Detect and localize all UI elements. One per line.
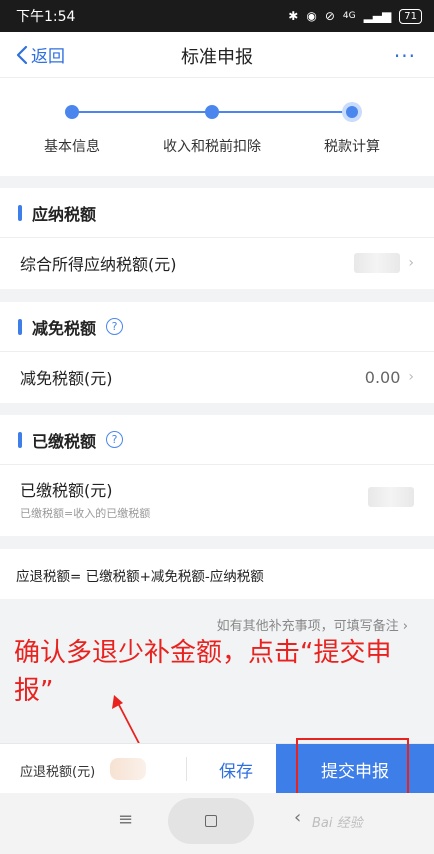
section-marker xyxy=(18,318,22,335)
remark-link-label: 如有其他补充事项，可填写备注 xyxy=(216,619,399,634)
home-icon xyxy=(205,815,217,827)
reduction-amount: 0.00 xyxy=(364,367,401,387)
status-bar: 下午1:54 ✱ ◉ ⊘ 4G ▂▄▆ 71 xyxy=(0,0,434,32)
annotation-highlight-box xyxy=(296,738,409,797)
section-header: 已缴税额 ? xyxy=(0,415,434,465)
more-menu-icon[interactable]: ··· xyxy=(394,44,416,68)
home-button[interactable] xyxy=(168,798,254,844)
section-marker xyxy=(18,431,22,448)
network-type: 4G xyxy=(342,10,356,21)
row-note: 已缴税额=收入的已缴税额 xyxy=(20,507,151,520)
paid-tax-section: 已缴税额 ? 已缴税额(元) 已缴税额=收入的已缴税额 xyxy=(0,415,434,536)
section-marker xyxy=(18,204,22,221)
step-label-1: 基本信息 xyxy=(44,139,100,155)
battery-level: 71 xyxy=(399,8,422,24)
section-title: 应纳税额 xyxy=(32,204,97,224)
section-title: 减免税额 xyxy=(32,318,97,338)
system-navigation-bar: ≡ ‹ xyxy=(0,793,434,854)
blurred-amount xyxy=(368,487,414,507)
row-value xyxy=(368,487,414,511)
page-title: 标准申报 xyxy=(181,47,253,68)
row-label: 综合所得应纳税额(元) xyxy=(20,255,177,274)
step-dot-1 xyxy=(65,105,79,119)
chevron-right-icon: › xyxy=(402,619,408,634)
payable-tax-section: 应纳税额 综合所得应纳税额(元) › xyxy=(0,188,434,289)
payable-tax-row[interactable]: 综合所得应纳税额(元) › xyxy=(0,238,434,288)
blurred-amount xyxy=(354,253,401,273)
section-title: 已缴税额 xyxy=(32,431,97,451)
chevron-right-icon: › xyxy=(408,369,414,385)
help-icon[interactable]: ? xyxy=(106,318,124,335)
remark-link[interactable]: 如有其他补充事项，可填写备注 › xyxy=(217,615,408,634)
row-value: › xyxy=(354,253,414,273)
signal-icon: ▂▄▆ xyxy=(363,9,392,23)
help-icon[interactable]: ? xyxy=(106,431,124,448)
instruction-annotation: 确认多退少补金额，点击“提交申报” xyxy=(14,638,392,706)
step-label-3: 税款计算 xyxy=(324,139,380,155)
watermark-logo: Bai 经验 xyxy=(312,816,363,831)
tax-reduction-section: 减免税额 ? 减免税额(元) 0.00 › xyxy=(0,302,434,403)
row-label: 已缴税额(元) xyxy=(20,481,113,500)
refund-formula: 应退税额= 已缴税额+减免税额-应纳税额 xyxy=(0,549,434,599)
section-header: 减免税额 ? xyxy=(0,302,434,352)
status-icons: ✱ ◉ ⊘ 4G ▂▄▆ 71 xyxy=(288,8,422,24)
paid-tax-row[interactable]: 已缴税额(元) 已缴税额=收入的已缴税额 xyxy=(0,465,434,533)
progress-stepper: 基本信息 收入和税前扣除 税款计算 xyxy=(0,78,434,176)
row-value: 0.00 › xyxy=(365,368,414,387)
bluetooth-icon: ✱ xyxy=(288,9,299,23)
refund-label: 应退税额(元) xyxy=(20,765,96,780)
chevron-right-icon: › xyxy=(408,255,414,271)
tax-reduction-row[interactable]: 减免税额(元) 0.00 › xyxy=(0,352,434,402)
row-label: 减免税额(元) xyxy=(20,369,113,388)
back-nav-icon[interactable]: ‹ xyxy=(294,807,301,828)
step-label-2: 收入和税前扣除 xyxy=(163,139,261,155)
divider xyxy=(186,757,187,781)
nav-bar: 返回 标准申报 ··· xyxy=(0,32,434,78)
toggle-icon: ◉ xyxy=(306,9,317,23)
status-time: 下午1:54 xyxy=(16,9,76,25)
menu-icon[interactable]: ≡ xyxy=(118,809,133,830)
section-header: 应纳税额 xyxy=(0,188,434,238)
step-dot-2 xyxy=(205,105,219,119)
blurred-refund-amount xyxy=(110,758,146,780)
step-dot-3-active xyxy=(342,102,362,122)
alarm-icon: ⊘ xyxy=(324,9,335,23)
save-button[interactable]: 保存 xyxy=(196,744,276,794)
